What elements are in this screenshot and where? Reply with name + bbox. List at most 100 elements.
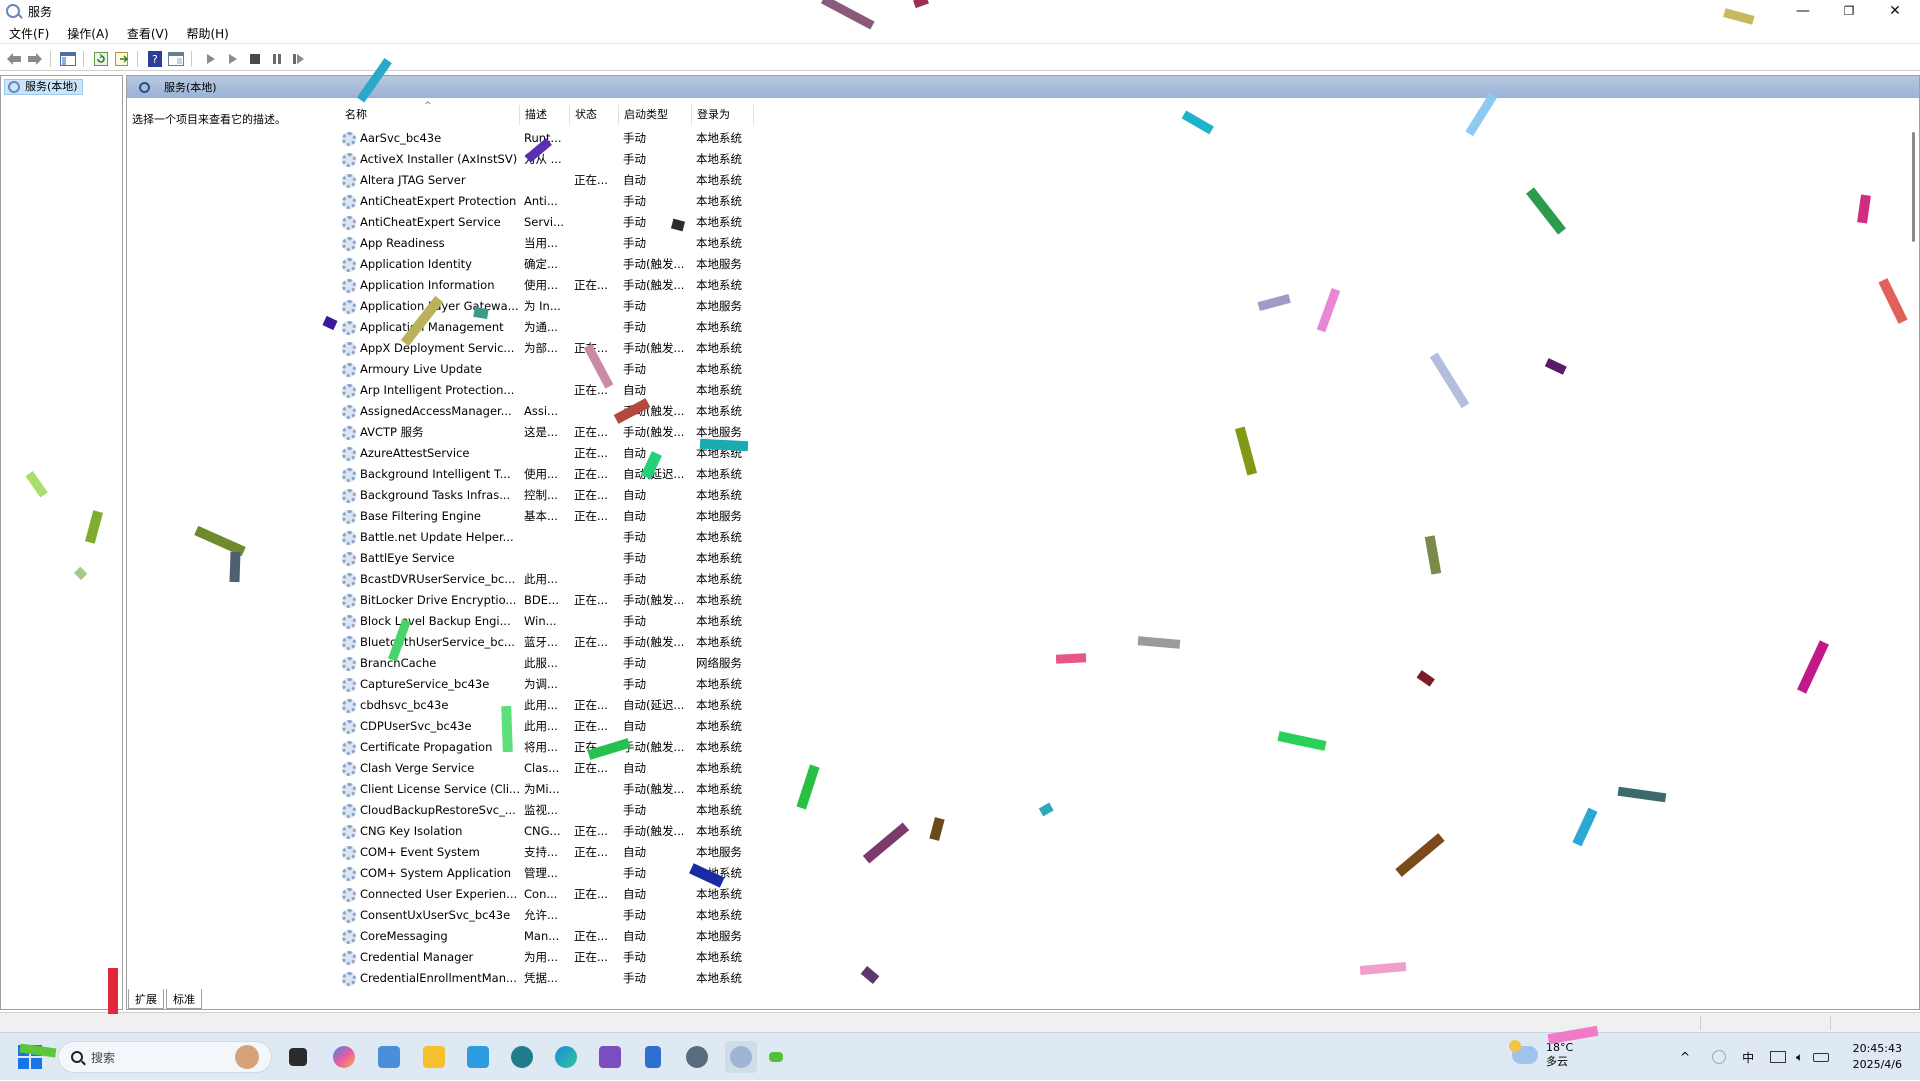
restore-button[interactable]: ❐	[1826, 0, 1872, 22]
service-row[interactable]: Connected User Experien... Con... 正在... 自动 本…	[340, 884, 760, 905]
service-row[interactable]: CoreMessaging Man... 正在... 自动 本地服务	[340, 926, 760, 947]
service-gear-icon	[342, 972, 356, 986]
service-row[interactable]: CloudBackupRestoreSvc_... 监视... 手动 本地系统	[340, 800, 760, 821]
service-row[interactable]: Application Information 使用... 正在... 手动(触发..…	[340, 275, 760, 296]
service-row[interactable]: Background Intelligent T... 使用... 正在... 自动(…	[340, 464, 760, 485]
terminal-icon[interactable]	[760, 1041, 792, 1073]
file-explorer-window-icon[interactable]	[282, 1041, 314, 1073]
minimize-button[interactable]: —	[1780, 0, 1826, 22]
service-log-on-as: 本地系统	[696, 488, 742, 502]
menu-action[interactable]: 操作(A)	[58, 25, 118, 42]
input-method-indicator[interactable]: 中	[1742, 1049, 1754, 1066]
start-button[interactable]	[14, 1041, 46, 1073]
back-icon[interactable]	[5, 50, 23, 68]
service-row[interactable]: AarSvc_bc43e Runt... 手动 本地系统	[340, 128, 760, 149]
service-row[interactable]: AntiCheatExpert Protection Anti... 手动 本地系统	[340, 191, 760, 212]
show-hidden-icons-chevron-icon[interactable]: ^	[1680, 1050, 1690, 1064]
column-header-log-on-as[interactable]: 登录为	[692, 105, 754, 125]
service-row[interactable]: AssignedAccessManager... Assi... 手动(触发... 本…	[340, 401, 760, 422]
taskbar-search-box[interactable]: 搜索	[58, 1041, 272, 1073]
service-row[interactable]: Application Identity 确定... 手动(触发... 本地服务	[340, 254, 760, 275]
service-row[interactable]: BcastDVRUserService_bc... 此用... 手动 本地系统	[340, 569, 760, 590]
menu-help[interactable]: 帮助(H)	[177, 25, 237, 42]
service-row[interactable]: CDPUserSvc_bc43e 此用... 正在... 自动 本地系统	[340, 716, 760, 737]
tab-standard[interactable]: 标准	[166, 989, 202, 1009]
store-app-icon[interactable]	[506, 1041, 538, 1073]
network-icon[interactable]	[1770, 1051, 1787, 1063]
restart-service-icon[interactable]	[290, 50, 308, 68]
service-row[interactable]: Clash Verge Service Clas... 正在... 自动 本地系统	[340, 758, 760, 779]
refresh-icon[interactable]	[92, 50, 110, 68]
service-row[interactable]: COM+ System Application 管理... 手动 本地系统	[340, 863, 760, 884]
tab-extended[interactable]: 扩展	[128, 989, 164, 1009]
battery-icon[interactable]	[1813, 1052, 1830, 1062]
service-row[interactable]: AntiCheatExpert Service Servi... 手动 本地系统	[340, 212, 760, 233]
menu-file[interactable]: 文件(F)	[0, 25, 58, 42]
service-row[interactable]: AzureAttestService 正在... 自动 本地系统	[340, 443, 760, 464]
service-row[interactable]: Credential Manager 为用... 正在... 手动 本地系统	[340, 947, 760, 968]
service-row[interactable]: Block Level Backup Engi... Win... 手动 本地系统	[340, 611, 760, 632]
stop-service-icon[interactable]	[246, 50, 264, 68]
service-row[interactable]: CredentialEnrollmentMan... 凭据... 手动 本地系统	[340, 968, 760, 989]
service-row[interactable]: Application Management 为通... 手动 本地系统	[340, 317, 760, 338]
close-button[interactable]: ✕	[1872, 0, 1918, 22]
service-row[interactable]: Certificate Propagation 将用... 正在... 手动(触发..…	[340, 737, 760, 758]
forward-icon[interactable]	[26, 50, 44, 68]
service-name-text: CredentialEnrollmentMan...	[360, 971, 517, 985]
system-clock[interactable]: 20:45:43 2025/4/6	[1853, 1041, 1902, 1073]
service-row[interactable]: cbdhsvc_bc43e 此用... 正在... 自动(延迟... 本地系统	[340, 695, 760, 716]
service-row[interactable]: ActiveX Installer (AxInstSV) 为从 ... 手动 本地系统	[340, 149, 760, 170]
start-service-alt-icon[interactable]	[224, 50, 242, 68]
service-row[interactable]: BitLocker Drive Encryptio... BDE... 正在... 手…	[340, 590, 760, 611]
column-header-startup-type[interactable]: 启动类型	[619, 105, 692, 125]
title-bar: 服务 — ❐ ✕	[0, 0, 1920, 22]
windows-logo-icon	[18, 1045, 42, 1069]
copilot-icon[interactable]	[328, 1041, 360, 1073]
service-row[interactable]: Application Layer Gatewa... 为 In... 手动 本地服务	[340, 296, 760, 317]
column-header-name[interactable]: 名称	[340, 105, 520, 125]
weather-widget[interactable]: 18°C 多云	[1509, 1040, 1573, 1069]
service-row[interactable]: AVCTP 服务 这是... 正在... 手动(触发... 本地服务	[340, 422, 760, 443]
services-app-icon[interactable]	[725, 1041, 757, 1073]
column-header-status[interactable]: 状态	[570, 105, 619, 125]
service-row[interactable]: Armoury Live Update 手动 本地系统	[340, 359, 760, 380]
service-name-text: CDPUserSvc_bc43e	[360, 719, 472, 733]
notepad-icon[interactable]	[637, 1041, 669, 1073]
service-row[interactable]: COM+ Event System 支持... 正在... 自动 本地服务	[340, 842, 760, 863]
calendar-app-icon[interactable]	[462, 1041, 494, 1073]
properties-icon[interactable]	[167, 50, 185, 68]
status-separator	[1700, 1016, 1701, 1030]
service-row[interactable]: ConsentUxUserSvc_bc43e 允许... 手动 本地系统	[340, 905, 760, 926]
vertical-scrollbar[interactable]	[1909, 104, 1917, 994]
start-service-icon[interactable]	[202, 50, 220, 68]
service-row[interactable]: Arp Intelligent Protection... 正在... 自动 本地系统	[340, 380, 760, 401]
service-row[interactable]: App Readiness 当用... 手动 本地系统	[340, 233, 760, 254]
settings-icon[interactable]	[681, 1041, 713, 1073]
service-row[interactable]: BluetoothUserService_bc... 蓝牙... 正在... 手动(触…	[340, 632, 760, 653]
column-header-description[interactable]: 描述	[520, 105, 570, 125]
pause-service-icon[interactable]	[268, 50, 286, 68]
remote-desktop-icon[interactable]	[373, 1041, 405, 1073]
visual-studio-icon[interactable]	[594, 1041, 626, 1073]
tray-app-icon[interactable]	[1712, 1050, 1727, 1064]
tree-node-services-local[interactable]: 服务(本地)	[4, 79, 83, 95]
export-list-icon[interactable]	[113, 50, 131, 68]
service-row[interactable]: CaptureService_bc43e 为调... 手动 本地系统	[340, 674, 760, 695]
help-icon[interactable]: ?	[146, 50, 164, 68]
service-row[interactable]: Base Filtering Engine 基本... 正在... 自动 本地服务	[340, 506, 760, 527]
service-row[interactable]: CNG Key Isolation CNG... 正在... 手动(触发... 本地系统	[340, 821, 760, 842]
file-explorer-icon[interactable]	[418, 1041, 450, 1073]
service-row[interactable]: Client License Service (Cli... 为Mi... 手动(触…	[340, 779, 760, 800]
edge-icon[interactable]	[550, 1041, 582, 1073]
menu-view[interactable]: 查看(V)	[118, 25, 178, 42]
service-row[interactable]: Background Tasks Infras... 控制... 正在... 自动 本地…	[340, 485, 760, 506]
show-hide-console-tree-icon[interactable]	[59, 50, 77, 68]
service-row[interactable]: BattlEye Service 手动 本地系统	[340, 548, 760, 569]
service-gear-icon	[342, 552, 356, 566]
volume-icon[interactable]: 🔈︎	[1796, 1050, 1803, 1065]
service-row[interactable]: Altera JTAG Server 正在... 自动 本地系统	[340, 170, 760, 191]
service-row[interactable]: BranchCache 此服... 手动 网络服务	[340, 653, 760, 674]
service-row[interactable]: Battle.net Update Helper... 手动 本地系统	[340, 527, 760, 548]
service-row[interactable]: AppX Deployment Servic... 为部... 正在... 手动(触发…	[340, 338, 760, 359]
scrollbar-thumb[interactable]	[1912, 132, 1915, 242]
